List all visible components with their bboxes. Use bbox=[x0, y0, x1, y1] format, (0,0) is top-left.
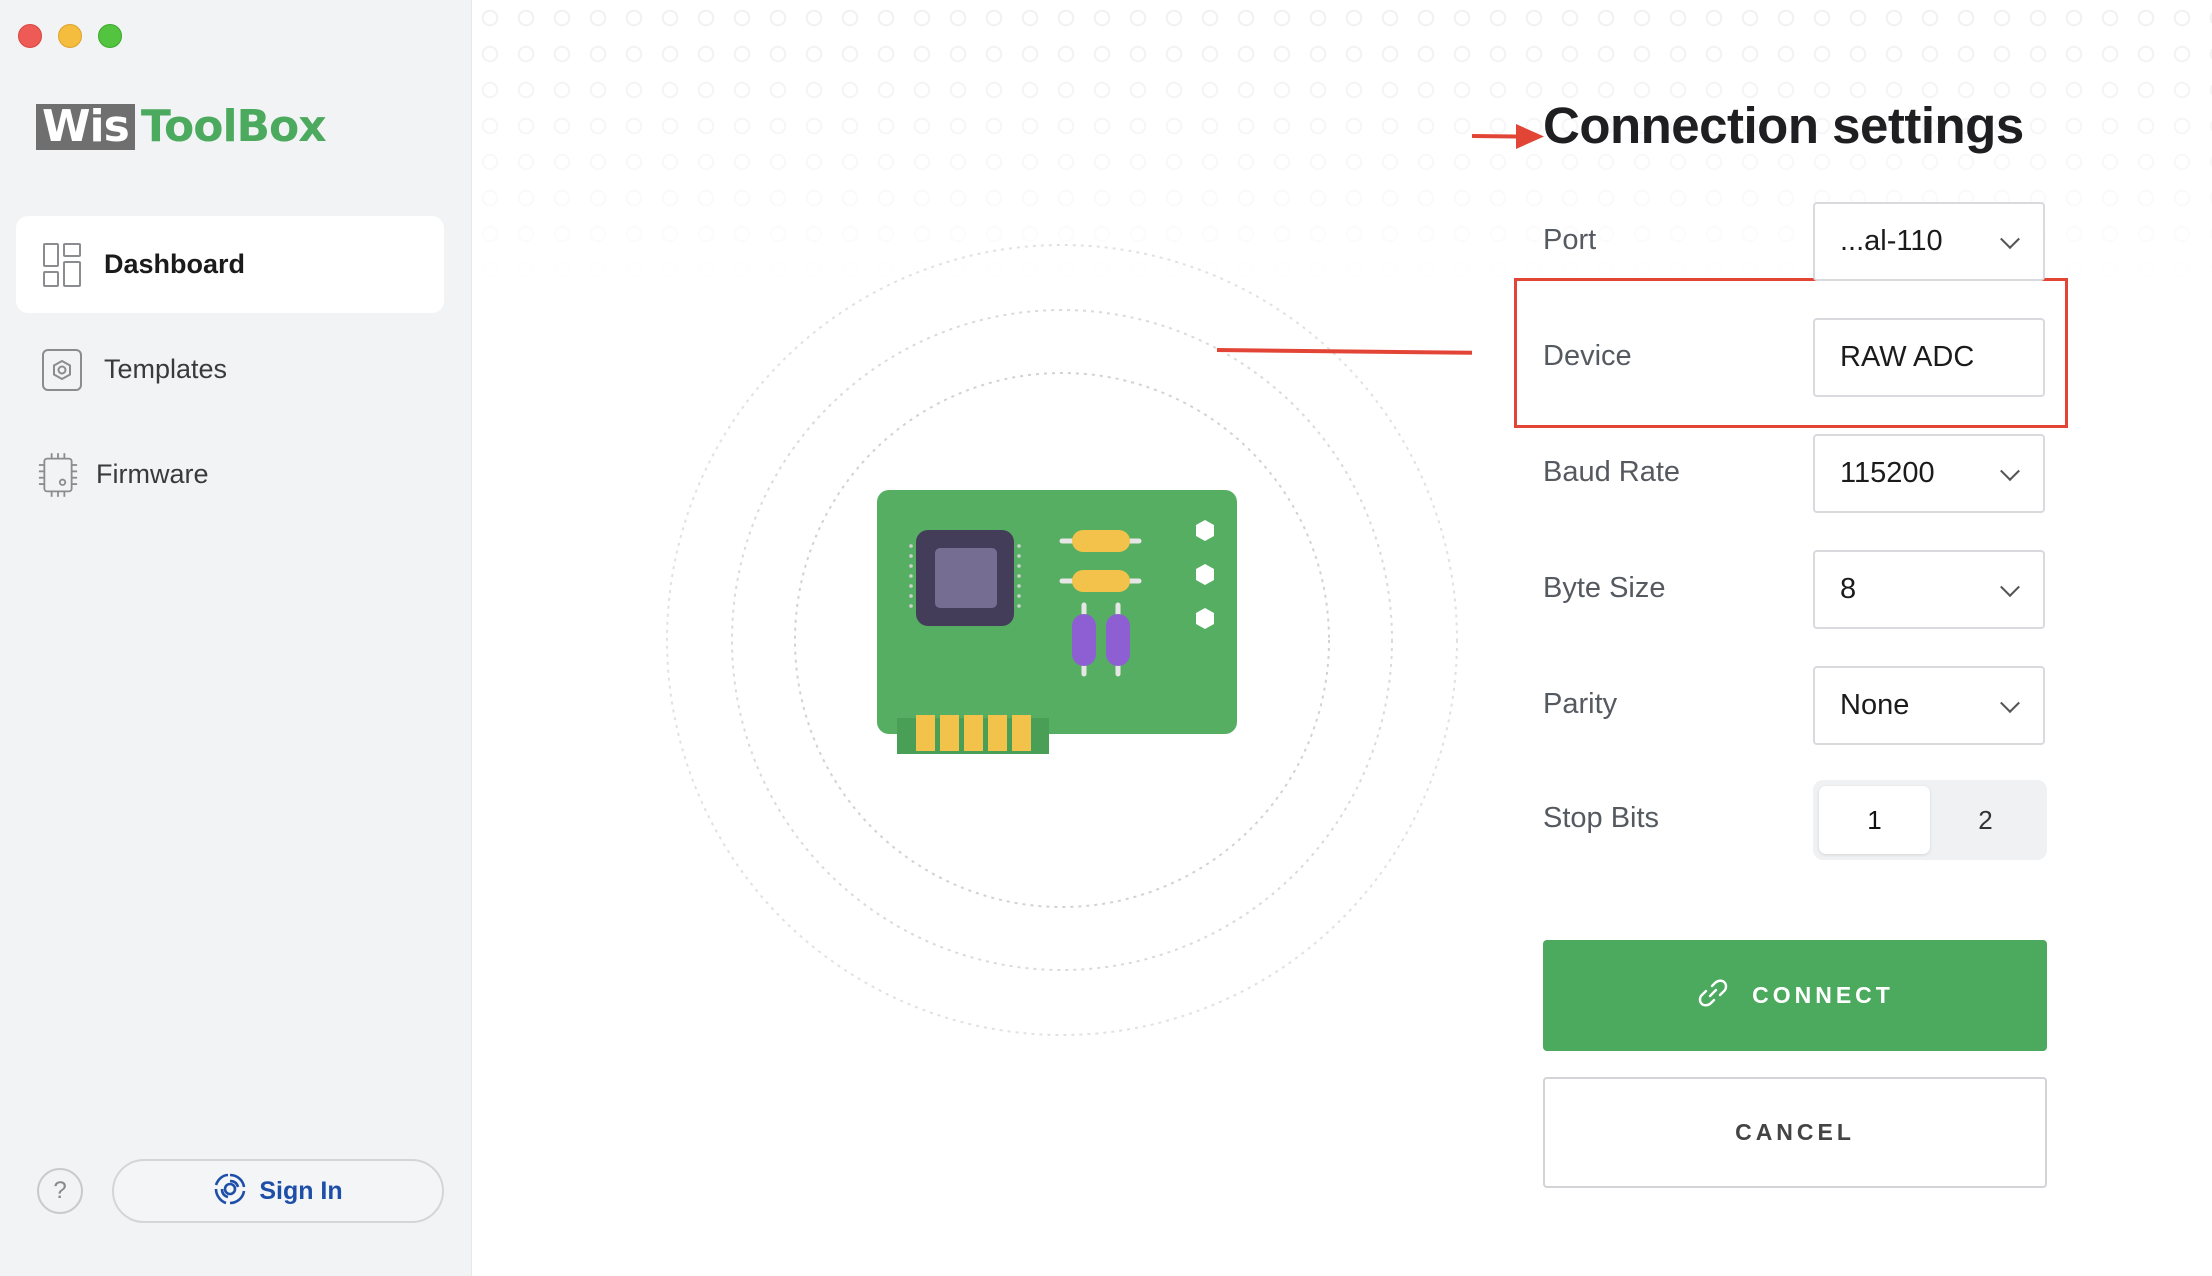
window-close-button[interactable] bbox=[18, 24, 42, 48]
stop-bits-toggle: 1 2 bbox=[1813, 780, 2047, 860]
cancel-button[interactable]: CANCEL bbox=[1543, 1077, 2047, 1188]
templates-icon bbox=[42, 347, 82, 393]
byte-size-label: Byte Size bbox=[1543, 572, 1666, 604]
stop-bits-option-1[interactable]: 1 bbox=[1819, 786, 1930, 854]
parity-select[interactable]: None bbox=[1813, 666, 2045, 745]
page-title: Connection settings bbox=[1543, 97, 2024, 154]
sidebar-item-label: Templates bbox=[104, 354, 228, 384]
logo-toolbox-text: ToolBox bbox=[140, 101, 327, 152]
sidebar-item-label: Firmware bbox=[96, 459, 209, 489]
sidebar-item-dashboard[interactable]: Dashboard bbox=[16, 216, 444, 313]
chevron-down-icon bbox=[2000, 460, 2020, 481]
cancel-label: CANCEL bbox=[1735, 1119, 1855, 1145]
sidebar: Wis ToolBox Dashboard Templates Firmware… bbox=[0, 0, 472, 1276]
sign-in-label: Sign In bbox=[259, 1176, 343, 1205]
window-maximize-button[interactable] bbox=[98, 24, 122, 48]
baud-rate-label: Baud Rate bbox=[1543, 456, 1681, 488]
sidebar-item-firmware[interactable]: Firmware bbox=[16, 426, 444, 523]
help-icon: ? bbox=[53, 1177, 67, 1204]
window-minimize-button[interactable] bbox=[58, 24, 82, 48]
rak-logo-icon bbox=[213, 1172, 247, 1211]
port-label: Port bbox=[1543, 224, 1597, 256]
device-board-illustration bbox=[666, 244, 1472, 1036]
parity-value: None bbox=[1840, 689, 1910, 721]
stop-bits-option-2[interactable]: 2 bbox=[1930, 786, 2041, 854]
byte-size-value: 8 bbox=[1840, 573, 1857, 605]
byte-size-select[interactable]: 8 bbox=[1813, 550, 2045, 629]
device-field[interactable]: RAW ADC bbox=[1813, 318, 2045, 397]
sidebar-item-label: Dashboard bbox=[104, 249, 246, 279]
app-logo: Wis ToolBox bbox=[36, 101, 327, 152]
parity-label: Parity bbox=[1543, 688, 1618, 720]
link-icon bbox=[1696, 976, 1730, 1015]
chevron-down-icon bbox=[2000, 228, 2020, 249]
chevron-down-icon bbox=[2000, 692, 2020, 713]
window-controls bbox=[18, 24, 122, 48]
firmware-chip-icon bbox=[38, 452, 78, 498]
baud-rate-select[interactable]: 115200 bbox=[1813, 434, 2045, 513]
device-value: RAW ADC bbox=[1840, 341, 1975, 373]
device-label: Device bbox=[1543, 340, 1632, 372]
stop-bits-label: Stop Bits bbox=[1543, 802, 1660, 834]
port-value: ...al-110 bbox=[1840, 225, 1943, 257]
dashboard-icon bbox=[42, 242, 82, 288]
help-button[interactable]: ? bbox=[37, 1168, 83, 1214]
chevron-down-icon bbox=[2000, 576, 2020, 597]
sign-in-button[interactable]: Sign In bbox=[112, 1159, 444, 1223]
connect-label: CONNECT bbox=[1752, 982, 1894, 1008]
baud-rate-value: 115200 bbox=[1840, 457, 1935, 489]
connect-button[interactable]: CONNECT bbox=[1543, 940, 2047, 1051]
logo-wis-text: Wis bbox=[36, 104, 135, 150]
port-select[interactable]: ...al-110 bbox=[1813, 202, 2045, 281]
annotation-arrow-head bbox=[1472, 124, 1544, 149]
sidebar-item-templates[interactable]: Templates bbox=[16, 321, 444, 418]
